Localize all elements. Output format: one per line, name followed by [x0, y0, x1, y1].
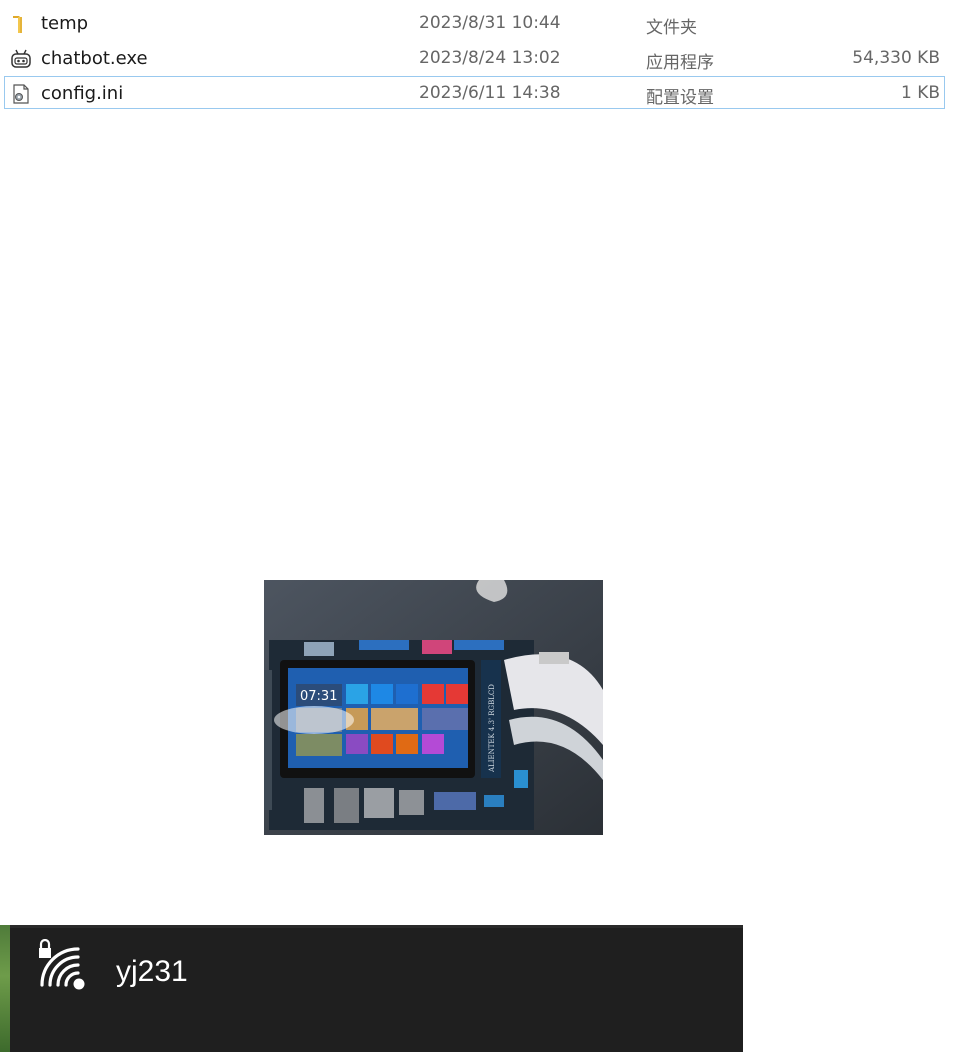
file-date: 2023/8/24 13:02	[419, 48, 561, 68]
clock-time: 07:31	[300, 689, 337, 704]
dev-board-illustration: 07:31 ALIENTEK 4.3' RGBLCD	[264, 580, 603, 835]
folder-icon	[13, 16, 22, 33]
secured-wifi-icon	[39, 939, 85, 990]
robot-app-icon	[11, 49, 31, 68]
panel-divider	[10, 925, 743, 928]
desktop-wallpaper-edge	[0, 925, 10, 1052]
wifi-network-panel[interactable]: yj231	[0, 925, 743, 1052]
wifi-network-name: yj231	[116, 955, 188, 988]
file-date: 2023/6/11 14:38	[419, 83, 561, 103]
dev-board-photo: 07:31 ALIENTEK 4.3' RGBLCD	[264, 580, 603, 835]
file-type: 文件夹	[646, 18, 697, 38]
file-date: 2023/8/31 10:44	[419, 13, 561, 33]
file-name: config.ini	[41, 83, 124, 104]
file-size: 1 KB	[900, 83, 940, 103]
file-name: chatbot.exe	[41, 48, 148, 69]
file-row-temp[interactable]: temp 2023/8/31 10:44 文件夹	[4, 6, 945, 39]
file-name: temp	[41, 13, 89, 34]
file-type: 配置设置	[646, 88, 714, 108]
settings-file-icon	[13, 84, 29, 104]
board-label: ALIENTEK 4.3' RGBLCD	[488, 684, 496, 773]
file-size: 54,330 KB	[852, 48, 940, 68]
file-row-config[interactable]: config.ini 2023/6/11 14:38 配置设置 1 KB	[4, 76, 945, 109]
file-row-chatbot[interactable]: chatbot.exe 2023/8/24 13:02 应用程序 54,330 …	[4, 41, 945, 74]
file-type: 应用程序	[646, 53, 714, 73]
